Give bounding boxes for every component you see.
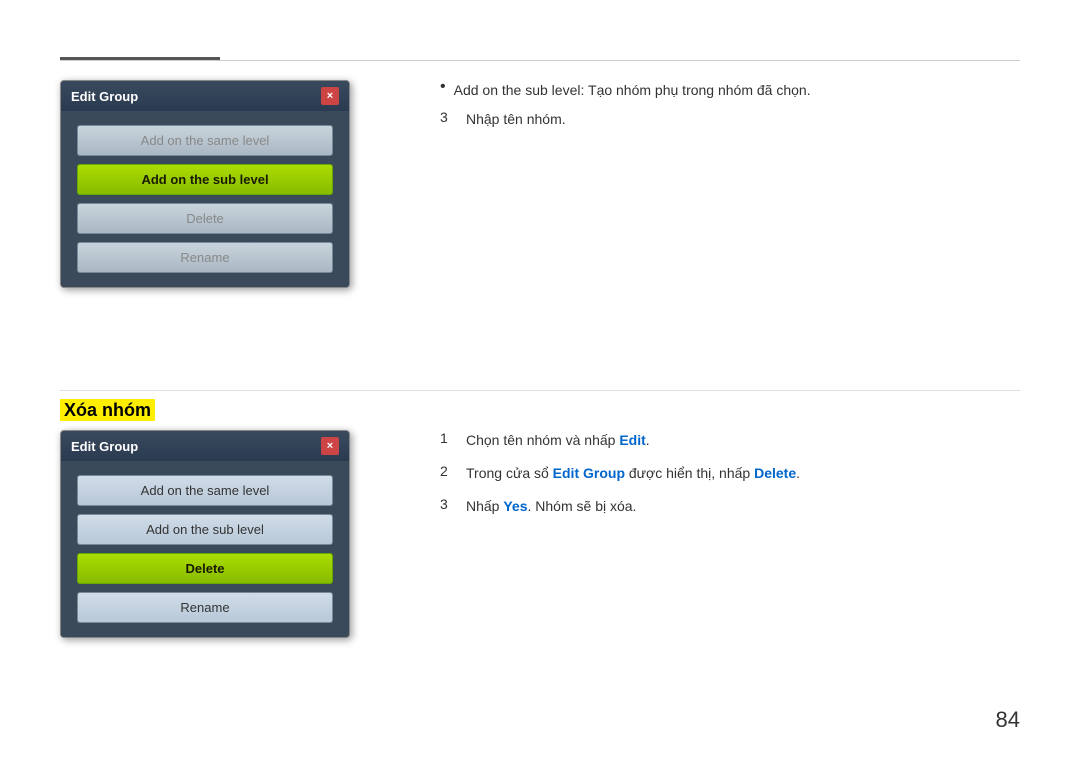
section2-step2-link1: Edit Group bbox=[553, 465, 625, 481]
section1-bullet-text: Add on the sub level: Tạo nhóm phụ trong… bbox=[454, 80, 811, 101]
dialog-btn-rename-2[interactable]: Rename bbox=[77, 592, 333, 623]
section2-step2-prefix: Trong cửa sổ bbox=[466, 465, 553, 481]
edit-group-dialog-1: Edit Group × Add on the same level Add o… bbox=[60, 80, 350, 288]
section2-text1: Chọn tên nhóm và nhấp Edit. bbox=[466, 430, 650, 451]
section1-bullet-desc: : Tạo nhóm phụ trong nhóm đã chọn. bbox=[580, 82, 810, 98]
dialog-btn-rename-1[interactable]: Rename bbox=[77, 242, 333, 273]
section2-step2: 2 Trong cửa sổ Edit Group được hiển thị,… bbox=[440, 463, 1020, 484]
section1-instructions: • Add on the sub level: Tạo nhóm phụ tro… bbox=[440, 80, 1020, 142]
section2-step1-link: Edit bbox=[619, 432, 645, 448]
dialog-btn-delete-1[interactable]: Delete bbox=[77, 203, 333, 234]
section1-text3: Nhập tên nhóm. bbox=[466, 109, 566, 130]
dialog-body-1: Add on the same level Add on the sub lev… bbox=[61, 111, 349, 287]
dialog-btn-same-level-2[interactable]: Add on the same level bbox=[77, 475, 333, 506]
top-rule bbox=[60, 60, 1020, 61]
section1-bullet: • Add on the sub level: Tạo nhóm phụ tro… bbox=[440, 80, 1020, 101]
section2-step2-link2: Delete bbox=[754, 465, 796, 481]
section1-num3: 3 bbox=[440, 109, 456, 125]
dialog-btn-sub-level-2[interactable]: Add on the sub level bbox=[77, 514, 333, 545]
section1-step3: 3 Nhập tên nhóm. bbox=[440, 109, 1020, 130]
dialog-title-2: Edit Group bbox=[71, 439, 138, 454]
dialog-body-2: Add on the same level Add on the sub lev… bbox=[61, 461, 349, 637]
bullet-dot-1: • bbox=[440, 78, 446, 96]
section2-step1: 1 Chọn tên nhóm và nhấp Edit. bbox=[440, 430, 1020, 451]
section2-step3-suffix: . Nhóm sẽ bị xóa. bbox=[528, 498, 637, 514]
dialog-title-1: Edit Group bbox=[71, 89, 138, 104]
section2-num3: 3 bbox=[440, 496, 456, 512]
add-sub-level-link: Add on the sub level bbox=[454, 82, 581, 98]
section2-step3-link: Yes bbox=[503, 498, 527, 514]
dialog-btn-same-level-1[interactable]: Add on the same level bbox=[77, 125, 333, 156]
section2-step1-suffix: . bbox=[646, 432, 650, 448]
section2-step2-suffix: . bbox=[796, 465, 800, 481]
section2-title-highlight: Xóa nhóm bbox=[60, 399, 155, 421]
dialog-titlebar-1: Edit Group × bbox=[61, 81, 349, 111]
page-number: 84 bbox=[996, 707, 1020, 733]
section2-step3: 3 Nhấp Yes. Nhóm sẽ bị xóa. bbox=[440, 496, 1020, 517]
section2-dialog-container: Edit Group × Add on the same level Add o… bbox=[60, 430, 400, 638]
section2-num1: 1 bbox=[440, 430, 456, 446]
dialog-titlebar-2: Edit Group × bbox=[61, 431, 349, 461]
section2-text2: Trong cửa sổ Edit Group được hiển thị, n… bbox=[466, 463, 800, 484]
dialog-btn-sub-level-1[interactable]: Add on the sub level bbox=[77, 164, 333, 195]
dialog-close-btn-2[interactable]: × bbox=[321, 437, 339, 455]
section2-instructions: 1 Chọn tên nhóm và nhấp Edit. 2 Trong cử… bbox=[440, 430, 1020, 529]
section-rule bbox=[60, 390, 1020, 391]
section2-title-container: Xóa nhóm bbox=[60, 400, 155, 421]
section2-step2-middle: được hiển thị, nhấp bbox=[625, 465, 754, 481]
dialog-btn-delete-2[interactable]: Delete bbox=[77, 553, 333, 584]
dialog-close-btn-1[interactable]: × bbox=[321, 87, 339, 105]
edit-group-dialog-2: Edit Group × Add on the same level Add o… bbox=[60, 430, 350, 638]
section2-num2: 2 bbox=[440, 463, 456, 479]
section2-step1-prefix: Chọn tên nhóm và nhấp bbox=[466, 432, 619, 448]
section2-step3-prefix: Nhấp bbox=[466, 498, 503, 514]
section1-dialog-container: Edit Group × Add on the same level Add o… bbox=[60, 80, 400, 288]
section2-text3: Nhấp Yes. Nhóm sẽ bị xóa. bbox=[466, 496, 636, 517]
section2-title: Xóa nhóm bbox=[60, 400, 155, 420]
